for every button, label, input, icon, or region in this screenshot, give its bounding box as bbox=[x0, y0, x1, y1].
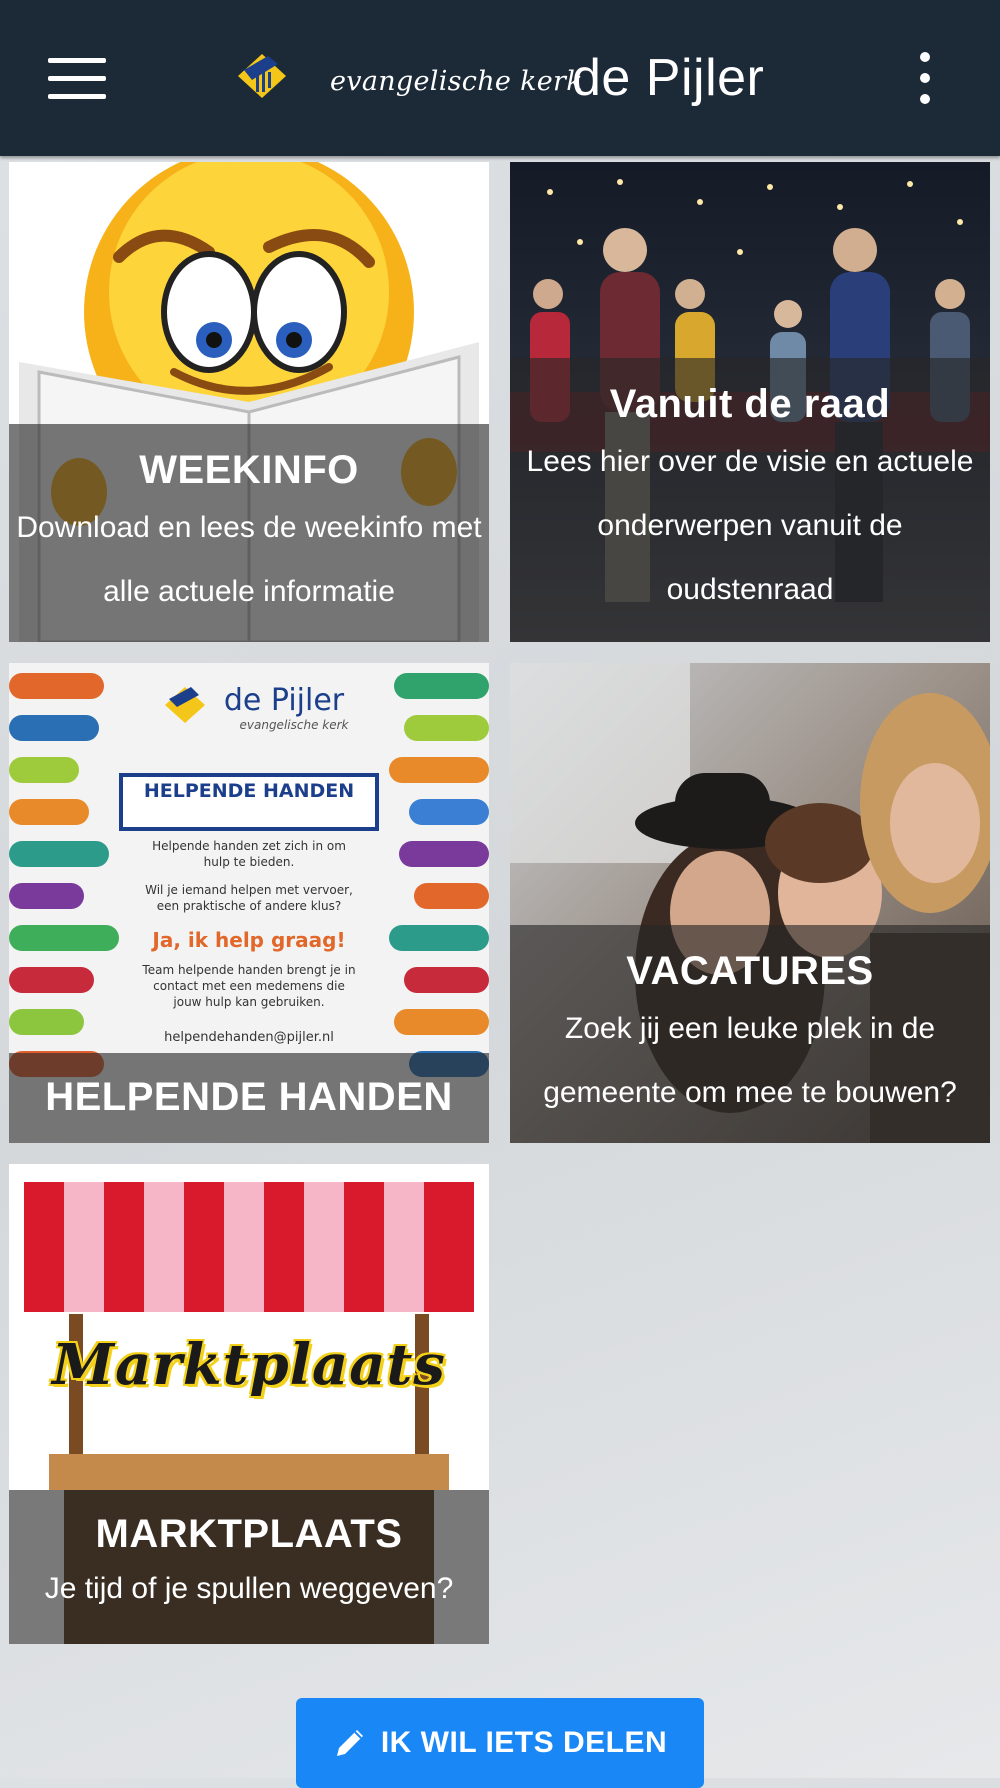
tile-caption: WEEKINFO Download en lees de weekinfo me… bbox=[9, 424, 489, 642]
tile-caption: HELPENDE HANDEN bbox=[9, 1053, 489, 1143]
poster-logo: de Pijler bbox=[223, 683, 345, 718]
tile-caption: VACATURES Zoek jij een leuke plek in de … bbox=[510, 925, 990, 1143]
tile-title: WEEKINFO bbox=[139, 448, 359, 492]
tile-description: Je tijd of je spullen weggeven? bbox=[44, 1572, 454, 1605]
hamburger-icon[interactable] bbox=[48, 56, 108, 102]
poster-email: helpendehanden@pijler.nl bbox=[164, 1030, 334, 1045]
tile-title: VACATURES bbox=[626, 949, 874, 993]
tile-vacatures[interactable]: VACATURES Zoek jij een leuke plek in de … bbox=[510, 663, 990, 1143]
tile-vanuit-de-raad[interactable]: Vanuit de raad Lees hier over de visie e… bbox=[510, 162, 990, 642]
tile-helpende-handen[interactable]: de Pijler evangelische kerk HELPENDE HAN… bbox=[9, 663, 489, 1143]
church-logo-icon bbox=[238, 54, 286, 98]
tile-caption: MARKTPLAATS Je tijd of je spullen weggev… bbox=[9, 1490, 489, 1644]
poster-line-2: Wil je iemand helpen met vervoer, een pr… bbox=[145, 883, 353, 913]
tile-title: HELPENDE HANDEN bbox=[45, 1075, 453, 1119]
marktplaats-sign: Marktplaats bbox=[52, 1332, 446, 1398]
tile-caption: Vanuit de raad Lees hier over de visie e… bbox=[510, 358, 990, 642]
pencil-icon bbox=[336, 1730, 363, 1756]
poster-line-1: Helpende handen zet zich in om hulp te b… bbox=[152, 839, 346, 869]
more-vertical-icon[interactable] bbox=[912, 52, 936, 104]
tile-title: MARKTPLAATS bbox=[95, 1512, 403, 1556]
tile-description: Download en lees de weekinfo met alle ac… bbox=[16, 511, 482, 608]
tile-description: Zoek jij een leuke plek in de gemeente o… bbox=[543, 1012, 957, 1109]
tile-title: Vanuit de raad bbox=[609, 382, 891, 426]
app-header: evangelische kerk de Pijler bbox=[0, 0, 1000, 156]
poster-line-3: Team helpende handen brengt je in contac… bbox=[142, 963, 356, 1009]
brand-title: de Pijler bbox=[572, 49, 765, 107]
poster-text: de Pijler evangelische kerk HELPENDE HAN… bbox=[109, 683, 389, 1045]
brand-subtitle: evangelische kerk bbox=[330, 66, 583, 97]
poster-cta: Ja, ik help graag! bbox=[152, 928, 346, 952]
poster-heading: HELPENDE HANDEN bbox=[143, 780, 355, 802]
share-button[interactable]: IK WIL IETS DELEN bbox=[296, 1698, 704, 1788]
tile-description: Lees hier over de visie en actuele onder… bbox=[526, 445, 974, 606]
tile-weekinfo[interactable]: WEEKINFO Download en lees de weekinfo me… bbox=[9, 162, 489, 642]
tile-marktplaats[interactable]: Marktplaats MARKTPLAATS Je tijd of je sp… bbox=[9, 1164, 489, 1644]
share-button-label: IK WIL IETS DELEN bbox=[380, 1726, 668, 1759]
poster-logo-sub: evangelische kerk bbox=[239, 718, 349, 732]
